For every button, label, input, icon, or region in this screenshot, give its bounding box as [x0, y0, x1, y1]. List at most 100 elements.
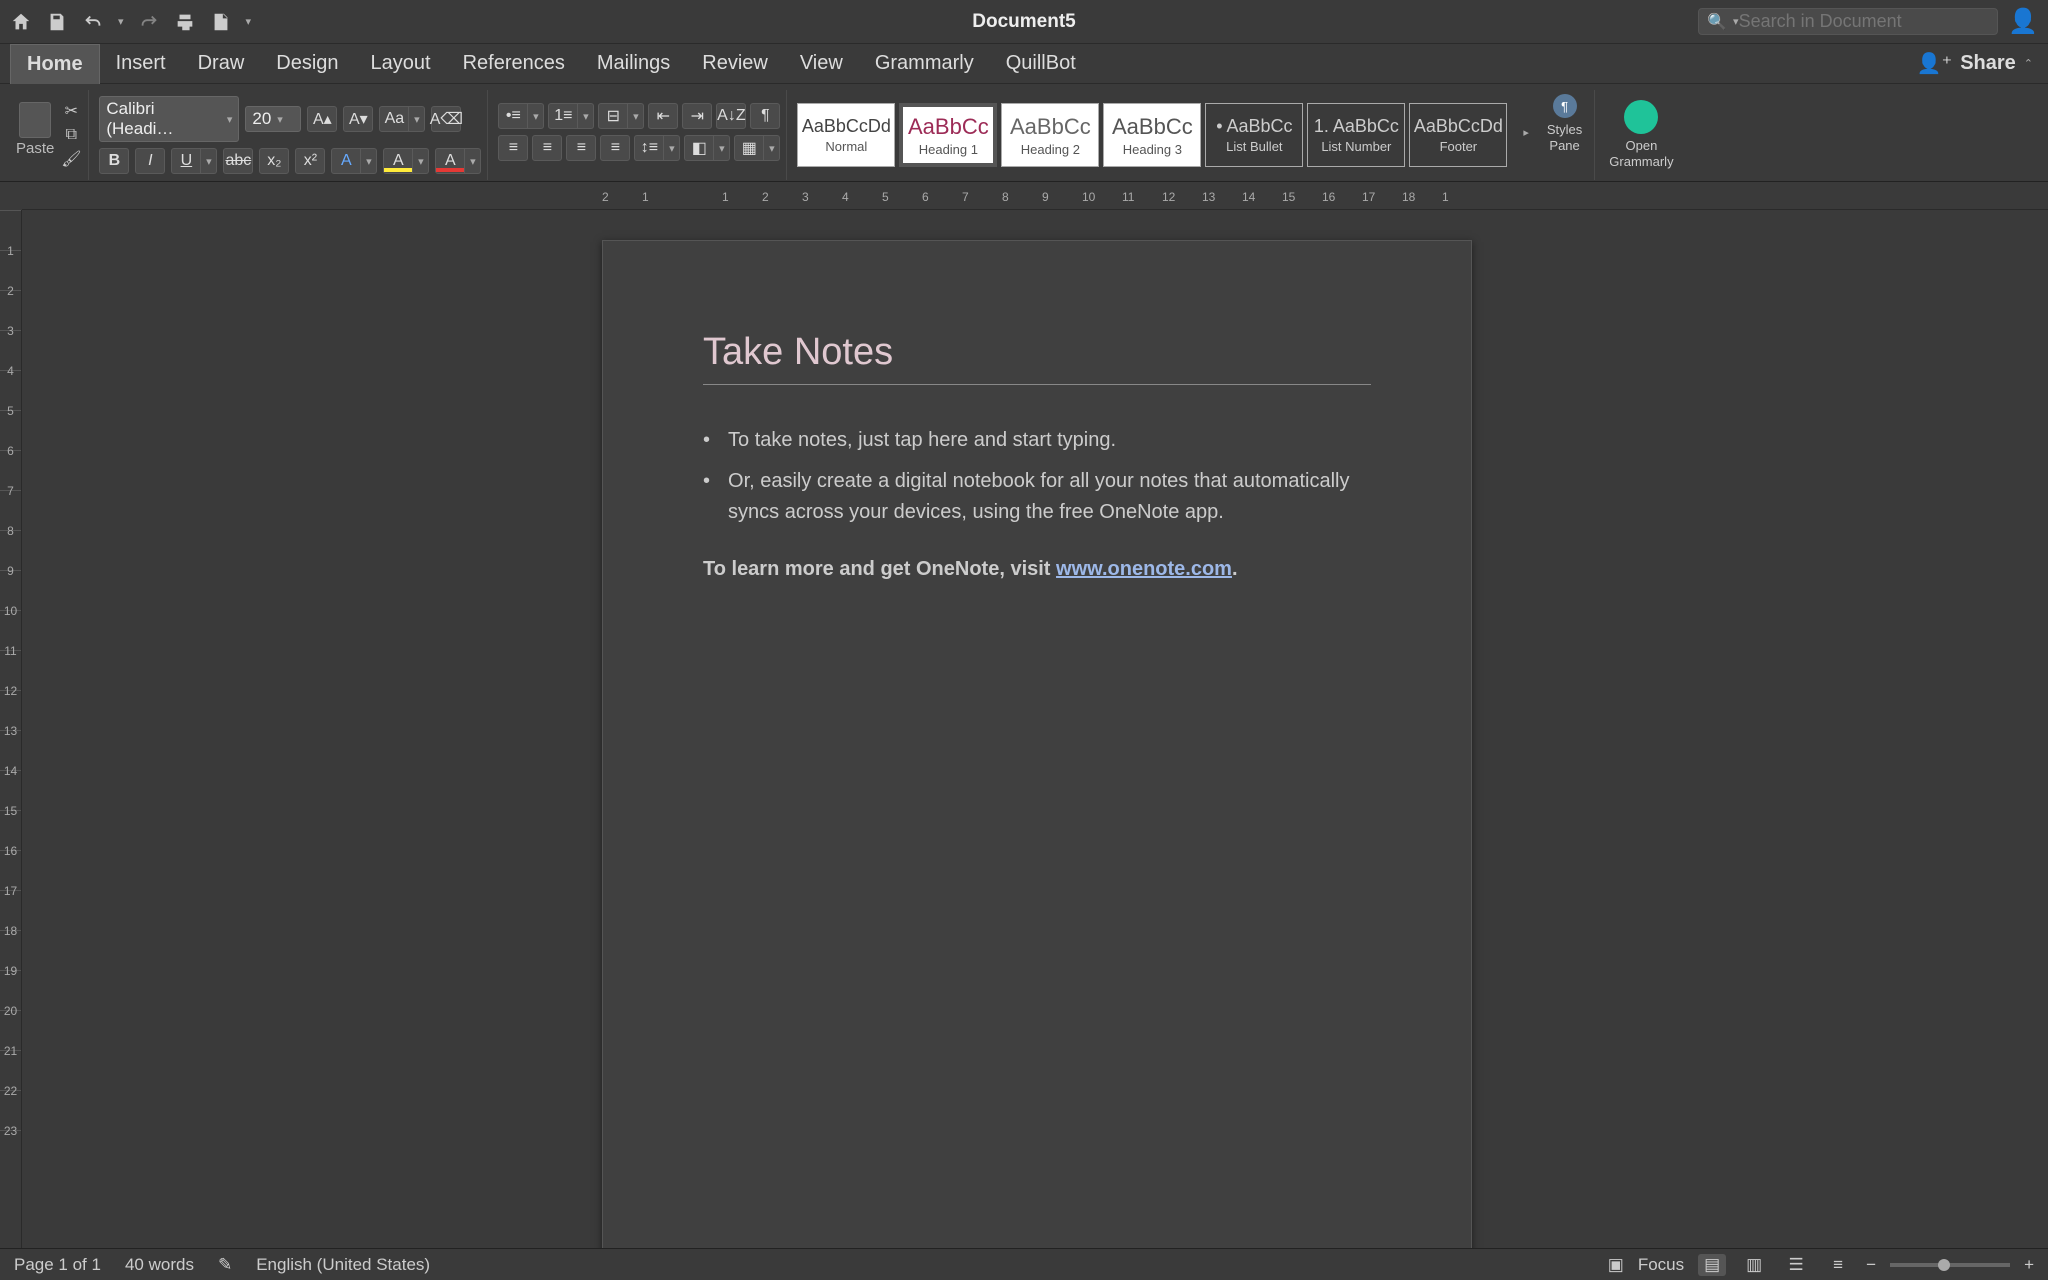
undo-icon[interactable] — [82, 11, 104, 33]
italic-button[interactable]: I — [135, 148, 165, 174]
borders-dropdown[interactable]: ▾ — [764, 135, 780, 161]
shading-icon[interactable]: ◧ — [684, 135, 714, 161]
tab-quillbot[interactable]: QuillBot — [990, 44, 1092, 84]
cut-icon[interactable]: ✂ — [60, 102, 82, 120]
quick-print-icon[interactable] — [210, 11, 232, 33]
horizontal-ruler[interactable]: 211234567891011121314151617181 — [22, 182, 2048, 210]
search-box[interactable]: 🔍 ▾ — [1698, 8, 1998, 35]
tab-references[interactable]: References — [447, 44, 581, 84]
underline-dropdown[interactable]: ▾ — [201, 148, 217, 174]
align-right-icon[interactable]: ≡ — [566, 135, 596, 161]
multilevel-list-icon[interactable]: ⊟ — [598, 103, 628, 129]
numbering-dropdown[interactable]: ▾ — [578, 103, 594, 129]
change-case-icon[interactable]: Aa — [379, 106, 409, 132]
style-list-number[interactable]: 1. AaBbCcList Number — [1307, 103, 1405, 167]
share-button[interactable]: Share — [1960, 52, 2016, 75]
zoom-in-icon[interactable]: + — [2024, 1255, 2034, 1275]
spell-check-icon[interactable]: ✎ — [218, 1255, 232, 1275]
font-name-combo[interactable]: Calibri (Headi…▾ — [99, 96, 239, 142]
user-icon[interactable]: 👤 — [2008, 7, 2038, 36]
highlight-dropdown[interactable]: ▾ — [413, 148, 429, 174]
footer-paragraph[interactable]: To learn more and get OneNote, visit www… — [703, 558, 1371, 581]
style-normal[interactable]: AaBbCcDdNormal — [797, 103, 895, 167]
text-effects-dropdown[interactable]: ▾ — [361, 148, 377, 174]
style-heading-3[interactable]: AaBbCcHeading 3 — [1103, 103, 1201, 167]
vertical-ruler[interactable]: 1234567891011121314151617181920212223 — [0, 210, 22, 1248]
list-item[interactable]: To take notes, just tap here and start t… — [703, 425, 1371, 456]
zoom-slider[interactable] — [1890, 1263, 2010, 1267]
decrease-font-icon[interactable]: A▾ — [343, 106, 373, 132]
web-layout-view-icon[interactable]: ▥ — [1740, 1254, 1768, 1276]
draft-view-icon[interactable]: ≡ — [1824, 1254, 1852, 1276]
tab-design[interactable]: Design — [260, 44, 354, 84]
line-spacing-icon[interactable]: ↕≡ — [634, 135, 664, 161]
tab-home[interactable]: Home — [10, 44, 100, 84]
bold-button[interactable]: B — [99, 148, 129, 174]
open-grammarly-button[interactable]: Open Grammarly — [1601, 96, 1681, 173]
copy-icon[interactable]: ⧉ — [60, 126, 82, 144]
tab-grammarly[interactable]: Grammarly — [859, 44, 990, 84]
tab-draw[interactable]: Draw — [182, 44, 261, 84]
styles-pane-button[interactable]: ¶ Styles Pane — [1539, 90, 1590, 157]
focus-mode-icon[interactable]: ▣ — [1608, 1255, 1624, 1275]
align-left-icon[interactable]: ≡ — [498, 135, 528, 161]
style-footer[interactable]: AaBbCcDdFooter — [1409, 103, 1507, 167]
bullet-list[interactable]: To take notes, just tap here and start t… — [703, 425, 1371, 528]
paste-button[interactable]: Paste — [16, 102, 54, 157]
line-spacing-dropdown[interactable]: ▾ — [664, 135, 680, 161]
save-icon[interactable] — [46, 11, 68, 33]
bullets-icon[interactable]: •≡ — [498, 103, 528, 129]
tab-mailings[interactable]: Mailings — [581, 44, 686, 84]
highlight-button[interactable]: A — [383, 148, 413, 174]
language-status[interactable]: English (United States) — [256, 1255, 430, 1275]
tab-view[interactable]: View — [784, 44, 859, 84]
onenote-link[interactable]: www.onenote.com — [1056, 558, 1232, 580]
focus-label[interactable]: Focus — [1638, 1255, 1684, 1275]
numbering-icon[interactable]: 1≡ — [548, 103, 578, 129]
redo-icon[interactable] — [138, 11, 160, 33]
shading-dropdown[interactable]: ▾ — [714, 135, 730, 161]
style-list-bullet[interactable]: • AaBbCcList Bullet — [1205, 103, 1303, 167]
clear-formatting-icon[interactable]: A⌫ — [431, 106, 461, 132]
collapse-ribbon-icon[interactable]: ⌃ — [2024, 57, 2033, 70]
word-count[interactable]: 40 words — [125, 1255, 194, 1275]
strikethrough-button[interactable]: abc — [223, 148, 253, 174]
tab-insert[interactable]: Insert — [100, 44, 182, 84]
page-count[interactable]: Page 1 of 1 — [14, 1255, 101, 1275]
underline-button[interactable]: U — [171, 148, 201, 174]
tab-review[interactable]: Review — [686, 44, 784, 84]
font-color-button[interactable]: A — [435, 148, 465, 174]
print-layout-view-icon[interactable]: ▤ — [1698, 1254, 1726, 1276]
search-input[interactable] — [1739, 11, 1990, 32]
decrease-indent-icon[interactable]: ⇤ — [648, 103, 678, 129]
increase-indent-icon[interactable]: ⇥ — [682, 103, 712, 129]
multilevel-dropdown[interactable]: ▾ — [628, 103, 644, 129]
sort-icon[interactable]: A↓Z — [716, 103, 746, 129]
font-size-combo[interactable]: 20▾ — [245, 106, 301, 132]
heading-take-notes[interactable]: Take Notes — [703, 331, 1371, 385]
text-effects-button[interactable]: A — [331, 148, 361, 174]
bullets-dropdown[interactable]: ▾ — [528, 103, 544, 129]
document-page[interactable]: Take Notes To take notes, just tap here … — [602, 240, 1472, 1248]
undo-dropdown-icon[interactable]: ▾ — [118, 15, 124, 28]
justify-icon[interactable]: ≡ — [600, 135, 630, 161]
print-icon[interactable] — [174, 11, 196, 33]
increase-font-icon[interactable]: A▴ — [307, 106, 337, 132]
show-marks-icon[interactable]: ¶ — [750, 103, 780, 129]
superscript-button[interactable]: x² — [295, 148, 325, 174]
style-heading-1[interactable]: AaBbCcHeading 1 — [899, 103, 997, 167]
format-painter-icon[interactable]: 🖌 — [60, 150, 82, 168]
home-icon[interactable] — [10, 11, 32, 33]
zoom-out-icon[interactable]: − — [1866, 1255, 1876, 1275]
qat-customize-icon[interactable]: ▾ — [246, 15, 252, 28]
font-color-dropdown[interactable]: ▾ — [465, 148, 481, 174]
change-case-dropdown[interactable]: ▾ — [409, 106, 425, 132]
outline-view-icon[interactable]: ☰ — [1782, 1254, 1810, 1276]
align-center-icon[interactable]: ≡ — [532, 135, 562, 161]
styles-more-icon[interactable]: ▸ — [1523, 126, 1529, 139]
subscript-button[interactable]: x₂ — [259, 148, 289, 174]
style-heading-2[interactable]: AaBbCcHeading 2 — [1001, 103, 1099, 167]
tab-layout[interactable]: Layout — [355, 44, 447, 84]
list-item[interactable]: Or, easily create a digital notebook for… — [703, 466, 1371, 528]
borders-icon[interactable]: ▦ — [734, 135, 764, 161]
